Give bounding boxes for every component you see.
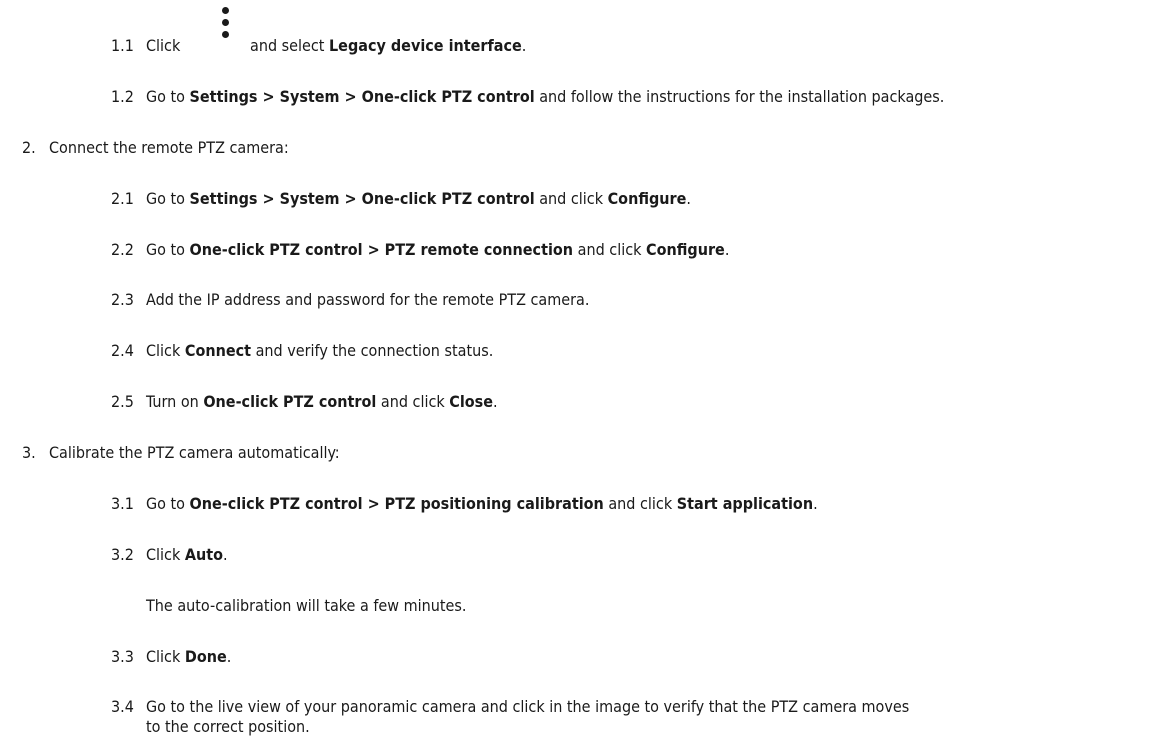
step-3-1-text: Go to One-click PTZ control > PTZ positi…: [146, 494, 818, 513]
step-number: 2.2: [111, 240, 134, 259]
step-2-2-text: Go to One-click PTZ control > PTZ remote…: [146, 240, 730, 259]
step-number: 1.1: [111, 36, 134, 55]
step-3-2: 3.2: [111, 545, 134, 565]
step-3-4-text: Go to the live view of your panoramic ca…: [146, 697, 910, 716]
step-3-4-text-cont: to the correct position.: [146, 717, 310, 736]
ui-label-legacy-device-interface: Legacy device interface: [329, 36, 522, 55]
step-2-4: 2.4: [111, 341, 134, 361]
step-2-3-text: Add the IP address and password for the …: [146, 290, 590, 309]
step-2-5-text: Turn on One-click PTZ control and click …: [146, 392, 498, 411]
step-3-3: 3.3: [111, 647, 134, 667]
ui-label: Connect: [184, 341, 252, 360]
step-text: and select: [250, 36, 329, 55]
step-number: 3.2: [111, 545, 134, 564]
step-number: 3.1: [111, 494, 134, 513]
step-2-text: Connect the remote PTZ camera:: [49, 138, 289, 157]
step-number: 3.: [22, 443, 36, 462]
step-3: 3.: [22, 443, 36, 463]
more-vertical-icon: [222, 7, 230, 41]
step-2-3: 2.3: [111, 290, 134, 310]
step-3-4: 3.4: [111, 697, 134, 717]
step-3-2-text: Click Auto.: [146, 545, 228, 564]
step-text: Click: [146, 36, 181, 55]
step-1-1-text: Click: [146, 36, 180, 56]
ui-path: Settings > System > One-click PTZ contro…: [189, 87, 535, 106]
step-number: 2.3: [111, 290, 134, 309]
ui-label: One-click PTZ control: [203, 392, 377, 411]
step-number: 2.1: [111, 189, 134, 208]
document-page: 1.1 Click and select Legacy device inter…: [0, 0, 1164, 736]
step-2-2: 2.2: [111, 240, 134, 260]
step-1-2: 1.2: [111, 87, 134, 107]
step-2-1-text: Go to Settings > System > One-click PTZ …: [146, 189, 691, 208]
ui-path: Settings > System > One-click PTZ contro…: [189, 189, 535, 208]
ui-label: Start application: [676, 494, 814, 513]
step-1-1: 1.1: [111, 36, 134, 56]
step-number: 2.5: [111, 392, 134, 411]
step-2-1: 2.1: [111, 189, 134, 209]
step-number: 3.4: [111, 697, 134, 716]
step-3-1: 3.1: [111, 494, 134, 514]
step-2: 2.: [22, 138, 36, 158]
step-number: 2.: [22, 138, 36, 157]
step-2-4-text: Click Connect and verify the connection …: [146, 341, 494, 360]
ui-label: Done: [184, 647, 227, 666]
step-2-5: 2.5: [111, 392, 134, 412]
step-1-2-text: Go to Settings > System > One-click PTZ …: [146, 87, 945, 106]
step-number: 2.4: [111, 341, 134, 360]
ui-path: One-click PTZ control > PTZ remote conne…: [189, 240, 574, 259]
ui-label: Configure: [607, 189, 687, 208]
ui-path: One-click PTZ control > PTZ positioning …: [189, 494, 604, 513]
ui-label: Configure: [646, 240, 725, 259]
step-number: 3.3: [111, 647, 134, 666]
ui-label: Close: [449, 392, 494, 411]
step-3-3-text: Click Done.: [146, 647, 232, 666]
step-3-2-note: The auto-calibration will take a few min…: [146, 596, 467, 615]
step-3-text: Calibrate the PTZ camera automatically:: [49, 443, 340, 462]
step-number: 1.2: [111, 87, 134, 106]
ui-label: Auto: [184, 545, 224, 564]
step-1-1-rest: and select Legacy device interface.: [250, 36, 527, 55]
